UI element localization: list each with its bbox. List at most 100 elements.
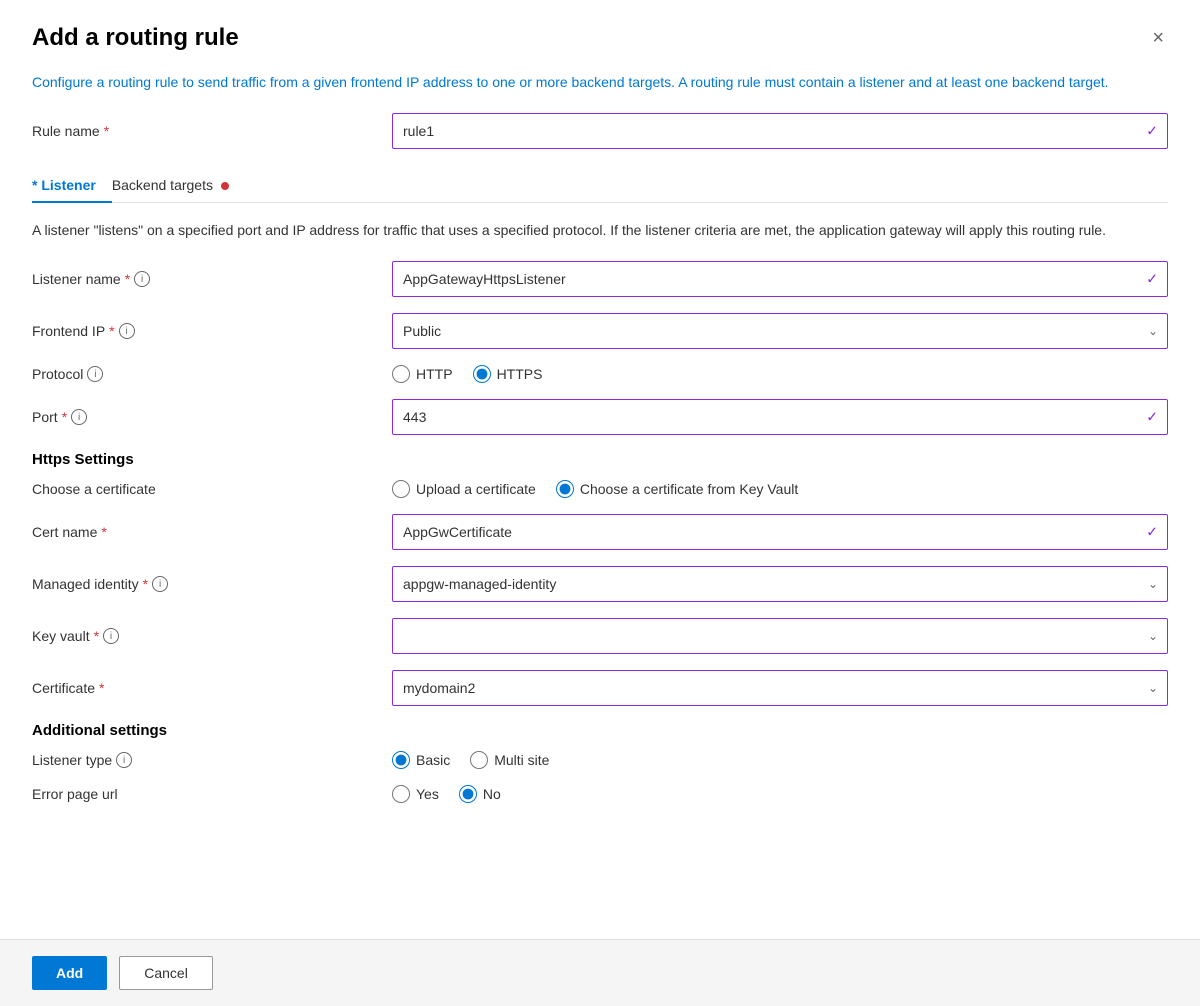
upload-cert-label: Upload a certificate xyxy=(416,481,536,497)
cert-name-required: * xyxy=(101,524,106,540)
protocol-label: Protocol i xyxy=(32,366,392,382)
port-row: Port * i ✓ xyxy=(32,399,1168,435)
port-info-icon[interactable]: i xyxy=(71,409,87,425)
add-routing-rule-dialog: Add a routing rule × Configure a routing… xyxy=(0,0,1200,1006)
choose-certificate-control: Upload a certificate Choose a certificat… xyxy=(392,480,1168,498)
protocol-info-icon[interactable]: i xyxy=(87,366,103,382)
listener-type-multisite-option[interactable]: Multi site xyxy=(470,751,549,769)
choose-certificate-label: Choose a certificate xyxy=(32,481,392,497)
tab-listener-label: * Listener xyxy=(32,177,96,193)
certificate-control: mydomain2 ⌄ xyxy=(392,670,1168,706)
cert-name-input[interactable] xyxy=(392,514,1168,550)
listener-name-label: Listener name * i xyxy=(32,271,392,287)
port-required: * xyxy=(62,409,67,425)
dialog-header: Add a routing rule × xyxy=(32,24,1168,52)
key-vault-required: * xyxy=(94,628,99,644)
listener-name-required: * xyxy=(125,271,130,287)
rule-name-label: Rule name * xyxy=(32,123,392,139)
protocol-http-radio[interactable] xyxy=(392,365,410,383)
error-page-url-yes-option[interactable]: Yes xyxy=(392,785,439,803)
managed-identity-required: * xyxy=(143,576,148,592)
error-page-url-yes-label: Yes xyxy=(416,786,439,802)
certificate-required: * xyxy=(99,680,104,696)
listener-type-info-icon[interactable]: i xyxy=(116,752,132,768)
cancel-button[interactable]: Cancel xyxy=(119,956,213,990)
protocol-https-radio[interactable] xyxy=(473,365,491,383)
error-page-url-no-option[interactable]: No xyxy=(459,785,501,803)
listener-type-basic-label: Basic xyxy=(416,752,450,768)
choose-certificate-row: Choose a certificate Upload a certificat… xyxy=(32,480,1168,498)
error-page-url-yes-radio[interactable] xyxy=(392,785,410,803)
managed-identity-select[interactable]: appgw-managed-identity xyxy=(392,566,1168,602)
add-button[interactable]: Add xyxy=(32,956,107,990)
dialog-footer: Add Cancel xyxy=(0,939,1200,1006)
certificate-label: Certificate * xyxy=(32,680,392,696)
cert-name-label: Cert name * xyxy=(32,524,392,540)
cert-name-row: Cert name * ✓ xyxy=(32,514,1168,550)
close-button[interactable]: × xyxy=(1148,24,1168,52)
port-input[interactable] xyxy=(392,399,1168,435)
error-page-url-no-radio[interactable] xyxy=(459,785,477,803)
upload-cert-option[interactable]: Upload a certificate xyxy=(392,480,536,498)
port-control: ✓ xyxy=(392,399,1168,435)
main-content: Configure a routing rule to send traffic… xyxy=(32,72,1168,1006)
error-page-url-label: Error page url xyxy=(32,786,392,802)
frontend-ip-row: Frontend IP * i Public ⌄ xyxy=(32,313,1168,349)
dialog-description: Configure a routing rule to send traffic… xyxy=(32,72,1168,93)
listener-name-input[interactable] xyxy=(392,261,1168,297)
frontend-ip-info-icon[interactable]: i xyxy=(119,323,135,339)
key-vault-row: Key vault * i ⌄ xyxy=(32,618,1168,654)
rule-name-control: ✓ xyxy=(392,113,1168,149)
additional-settings-title: Additional settings xyxy=(32,722,1168,739)
keyvault-cert-radio[interactable] xyxy=(556,480,574,498)
managed-identity-control: appgw-managed-identity ⌄ xyxy=(392,566,1168,602)
certificate-row: Certificate * mydomain2 ⌄ xyxy=(32,670,1168,706)
rule-name-wrapper: ✓ xyxy=(392,113,1168,149)
keyvault-cert-label: Choose a certificate from Key Vault xyxy=(580,481,798,497)
cert-name-control: ✓ xyxy=(392,514,1168,550)
managed-identity-info-icon[interactable]: i xyxy=(152,576,168,592)
key-vault-select[interactable] xyxy=(392,618,1168,654)
managed-identity-label: Managed identity * i xyxy=(32,576,392,592)
certificate-select[interactable]: mydomain2 xyxy=(392,670,1168,706)
frontend-ip-select[interactable]: Public xyxy=(392,313,1168,349)
port-label: Port * i xyxy=(32,409,392,425)
tab-backend-targets[interactable]: Backend targets xyxy=(112,169,245,203)
keyvault-cert-option[interactable]: Choose a certificate from Key Vault xyxy=(556,480,798,498)
listener-type-basic-option[interactable]: Basic xyxy=(392,751,450,769)
listener-name-row: Listener name * i ✓ xyxy=(32,261,1168,297)
listener-description: A listener "listens" on a specified port… xyxy=(32,219,1168,241)
frontend-ip-wrapper: Public ⌄ xyxy=(392,313,1168,349)
frontend-ip-required: * xyxy=(109,323,114,339)
protocol-https-option[interactable]: HTTPS xyxy=(473,365,543,383)
error-page-url-control: Yes No xyxy=(392,785,1168,803)
rule-name-row: Rule name * ✓ xyxy=(32,113,1168,149)
listener-name-info-icon[interactable]: i xyxy=(134,271,150,287)
key-vault-label: Key vault * i xyxy=(32,628,392,644)
upload-cert-radio[interactable] xyxy=(392,480,410,498)
port-wrapper: ✓ xyxy=(392,399,1168,435)
protocol-http-option[interactable]: HTTP xyxy=(392,365,453,383)
frontend-ip-label: Frontend IP * i xyxy=(32,323,392,339)
certificate-wrapper: mydomain2 ⌄ xyxy=(392,670,1168,706)
error-page-url-no-label: No xyxy=(483,786,501,802)
rule-name-required: * xyxy=(104,123,109,139)
protocol-http-label: HTTP xyxy=(416,366,453,382)
https-settings-title: Https Settings xyxy=(32,451,1168,468)
protocol-control: HTTP HTTPS xyxy=(392,365,1168,383)
listener-name-control: ✓ xyxy=(392,261,1168,297)
listener-type-row: Listener type i Basic Multi site xyxy=(32,751,1168,769)
error-page-url-row: Error page url Yes No xyxy=(32,785,1168,803)
tab-listener[interactable]: * Listener xyxy=(32,169,112,203)
dialog-title: Add a routing rule xyxy=(32,24,239,52)
key-vault-info-icon[interactable]: i xyxy=(103,628,119,644)
frontend-ip-control: Public ⌄ xyxy=(392,313,1168,349)
protocol-radio-group: HTTP HTTPS xyxy=(392,365,1168,383)
listener-type-multisite-radio[interactable] xyxy=(470,751,488,769)
rule-name-input[interactable] xyxy=(392,113,1168,149)
key-vault-control: ⌄ xyxy=(392,618,1168,654)
listener-name-wrapper: ✓ xyxy=(392,261,1168,297)
listener-type-basic-radio[interactable] xyxy=(392,751,410,769)
listener-type-control: Basic Multi site xyxy=(392,751,1168,769)
protocol-row: Protocol i HTTP HTTPS xyxy=(32,365,1168,383)
